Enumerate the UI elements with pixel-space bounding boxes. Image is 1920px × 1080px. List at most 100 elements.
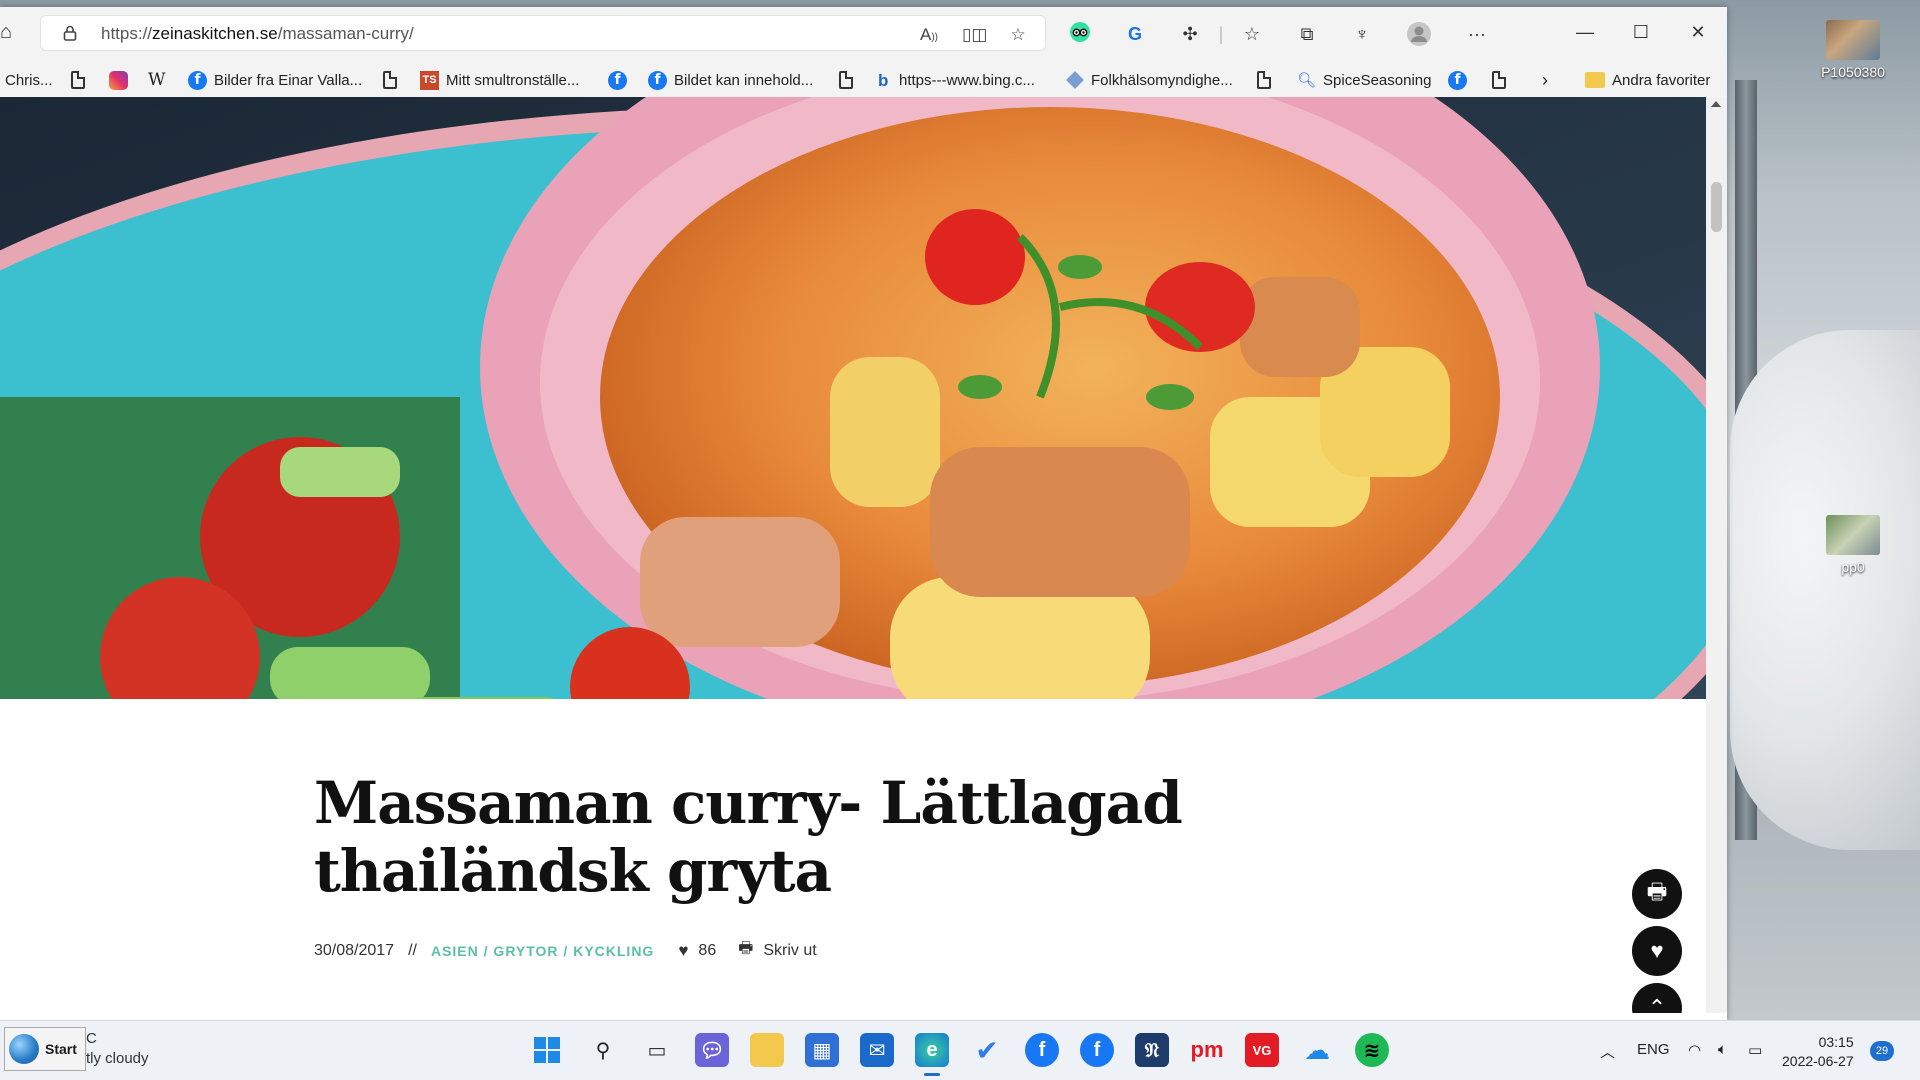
favorite-item[interactable]: Chris... [5, 69, 53, 91]
teams-chat-icon[interactable]: 💬︎ [695, 1033, 729, 1067]
scroll-top-fab-button[interactable]: ⌃ [1632, 983, 1682, 1013]
desktop-icon-label: pp0 [1841, 559, 1865, 575]
page-icon [1492, 71, 1506, 89]
favorite-item[interactable]: TS Mitt smultronställe... [420, 69, 579, 91]
extensions-icon[interactable]: ✣ [1177, 21, 1203, 47]
favorite-item[interactable]: Folkhälsomyndighe... [1066, 69, 1233, 91]
desktop-icon-p1050380[interactable]: P1050380 [1808, 20, 1898, 80]
favorite-label: Bildet kan innehold... [674, 71, 814, 89]
todo-check-icon[interactable]: ✔ [970, 1033, 1004, 1067]
file-explorer-icon[interactable] [750, 1033, 784, 1067]
facebook-icon: f [188, 70, 207, 90]
tripadvisor-icon: TS [420, 70, 439, 90]
favorites-icon[interactable]: ☆ [1239, 21, 1265, 47]
more-favorites-chevron-icon[interactable]: › [1542, 69, 1548, 91]
wifi-icon[interactable]: ◠ [1688, 1041, 1701, 1059]
url-scheme: https:// [101, 24, 153, 43]
immersive-reader-icon[interactable]: ▯◫ [962, 24, 987, 46]
page-scrollbar[interactable] [1706, 97, 1727, 1013]
home-icon[interactable]: ⌂ [0, 21, 20, 43]
page-icon [71, 71, 85, 89]
onedrive-cloud-icon[interactable]: ☁ [1300, 1033, 1334, 1067]
facebook-icon: f [608, 70, 627, 90]
url-text[interactable]: https://zeinaskitchen.se/massaman-curry/ [101, 24, 414, 44]
bing-icon: b [878, 70, 889, 90]
hero-image [0, 97, 1706, 699]
windows-start-icon[interactable] [530, 1033, 564, 1067]
translate-extension-icon[interactable]: G [1122, 21, 1148, 47]
facebook-app-icon[interactable]: f [1080, 1033, 1114, 1067]
favorite-item[interactable]: W [148, 69, 165, 91]
start-button[interactable]: Start [4, 1027, 86, 1071]
tray-overflow-chevron-icon[interactable]: ︿ [1600, 1041, 1615, 1062]
url-path: /massaman-curry/ [277, 24, 414, 43]
curry-photo [0, 97, 1706, 699]
other-favorites-folder[interactable]: Andra favoriter [1585, 69, 1710, 91]
rewards-icon[interactable]: ♆ [1349, 21, 1375, 47]
desktop-icon-pp0[interactable]: pp0 [1808, 515, 1898, 575]
favorite-item[interactable] [383, 69, 397, 91]
vg-app-icon[interactable]: VG [1245, 1033, 1279, 1067]
web-page: Massaman curry- Lättlagad thailändsk gry… [0, 97, 1706, 1013]
favorite-item[interactable] [839, 69, 853, 91]
page-icon [1257, 71, 1271, 89]
page-icon [839, 71, 853, 89]
read-aloud-icon[interactable]: A)) [918, 24, 940, 46]
article-categories-link[interactable]: ASIEN / GRYTOR / KYCKLING [431, 943, 654, 959]
weather-widget[interactable]: C tly cloudy [86, 1029, 149, 1069]
microsoft-store-icon[interactable]: ▦ [805, 1033, 839, 1067]
more-menu-icon[interactable]: ··· [1464, 21, 1490, 47]
notification-badge[interactable]: 29 [1870, 1041, 1894, 1061]
printer-icon: 🖶︎ [1646, 879, 1668, 904]
add-favorite-icon[interactable]: ☆ [1007, 24, 1029, 46]
edge-browser-icon[interactable]: e [915, 1033, 949, 1067]
tripadvisor-extension-icon[interactable] [1067, 21, 1093, 47]
spotify-icon[interactable]: ≋ [1355, 1033, 1389, 1067]
printer-icon[interactable]: 🖶︎ [738, 937, 753, 964]
article-title: Massaman curry- Lättlagad thailändsk gry… [314, 769, 1183, 905]
maximize-icon[interactable]: ☐ [1621, 19, 1661, 45]
battery-icon[interactable]: ▭ [1748, 1041, 1762, 1059]
collections-icon[interactable]: ⧉ [1294, 21, 1320, 47]
favorite-label: https---www.bing.c... [899, 71, 1035, 89]
favorite-item[interactable] [1257, 69, 1271, 91]
address-bar[interactable]: https://zeinaskitchen.se/massaman-curry/… [40, 15, 1046, 51]
language-indicator[interactable]: ENG [1637, 1041, 1670, 1058]
volume-muted-icon[interactable]: 🔈︎ [1718, 1041, 1727, 1058]
image-thumbnail-icon [1826, 515, 1880, 555]
close-icon[interactable]: ✕ [1678, 19, 1718, 45]
favorite-label: Mitt smultronställe... [446, 71, 580, 89]
scroll-up-arrow-icon[interactable] [1711, 101, 1721, 107]
article-meta: 30/08/2017 // ASIEN / GRYTOR / KYCKLING … [314, 937, 817, 964]
mail-icon[interactable]: ✉ [860, 1033, 894, 1067]
heart-icon[interactable]: ♥ [678, 941, 688, 961]
favorite-item[interactable] [1492, 69, 1506, 91]
heart-icon: ♥ [1650, 938, 1664, 963]
scrollbar-thumb[interactable] [1711, 182, 1722, 232]
folder-icon [1585, 72, 1605, 88]
image-thumbnail-icon [1826, 20, 1880, 60]
like-fab-button[interactable]: ♥ [1632, 926, 1682, 976]
favorite-item[interactable]: f Bilder fra Einar Valla... [188, 69, 362, 91]
facebook-app-icon[interactable]: f [1025, 1033, 1059, 1067]
print-fab-button[interactable]: 🖶︎ [1632, 869, 1682, 919]
profile-avatar-icon[interactable] [1406, 21, 1432, 47]
instagram-icon [109, 70, 128, 90]
lock-icon[interactable] [63, 25, 77, 41]
favorite-item[interactable]: f Bildet kan innehold... [648, 69, 813, 91]
favorite-item[interactable]: f [1448, 69, 1467, 91]
minimize-icon[interactable]: — [1565, 19, 1605, 45]
search-icon[interactable]: ⚲ [586, 1033, 620, 1067]
favorite-item[interactable] [109, 69, 128, 91]
pm-app-icon[interactable]: pm [1190, 1033, 1224, 1067]
task-view-icon[interactable]: ▭ [640, 1033, 674, 1067]
favorite-item[interactable]: b https---www.bing.c... [878, 69, 1035, 91]
favorite-label: Folkhälsomyndighe... [1091, 71, 1233, 89]
system-clock[interactable]: 03:15 2022-06-27 [1782, 1033, 1854, 1071]
globe-icon [9, 1034, 39, 1064]
favorite-item[interactable]: 🔍︎ SpiceSeasoning [1297, 69, 1431, 91]
favorite-item[interactable]: f [608, 69, 627, 91]
print-link[interactable]: Skriv ut [763, 942, 816, 960]
nyt-app-icon[interactable]: 𝔑 [1135, 1033, 1169, 1067]
favorite-item[interactable] [71, 69, 85, 91]
